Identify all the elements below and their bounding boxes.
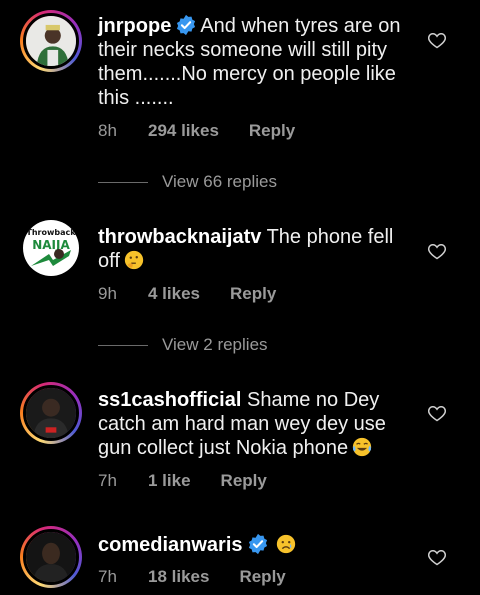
- avatar[interactable]: [20, 382, 82, 444]
- avatar[interactable]: Throwback NAIJA: [23, 220, 79, 276]
- timestamp: 7h: [98, 567, 117, 586]
- thinking-face-icon: [124, 250, 144, 270]
- like-heart-icon[interactable]: [427, 547, 447, 567]
- likes-count[interactable]: 4 likes: [148, 284, 200, 304]
- comment-meta: 7h 18 likes Reply: [98, 567, 286, 587]
- tears-of-joy-icon: [352, 437, 372, 457]
- divider-line: [98, 181, 148, 183]
- verified-badge-icon: [177, 14, 196, 36]
- timestamp: 9h: [98, 284, 117, 303]
- like-heart-icon[interactable]: [427, 241, 447, 261]
- comment-body: throwbacknaijatv The phone fell off: [98, 225, 410, 273]
- reply-button[interactable]: Reply: [230, 284, 276, 304]
- reply-button[interactable]: Reply: [221, 471, 267, 491]
- timestamp: 8h: [98, 121, 117, 140]
- avatar-logo-word: NAIJA: [32, 238, 70, 252]
- likes-count[interactable]: 294 likes: [148, 121, 219, 141]
- comment-meta: 8h 294 likes Reply: [98, 121, 295, 141]
- comment-body: ss1cashofficial Shame no Dey catch am ha…: [98, 388, 410, 460]
- view-replies-label: View 66 replies: [162, 172, 277, 191]
- likes-count[interactable]: 1 like: [148, 471, 191, 491]
- avatar-logo-text: Throwback: [26, 228, 76, 237]
- like-heart-icon[interactable]: [427, 403, 447, 423]
- view-replies-button[interactable]: View 2 replies: [98, 335, 268, 355]
- username[interactable]: comedianwaris: [98, 534, 243, 556]
- avatar[interactable]: [20, 526, 82, 588]
- verified-badge-icon: [248, 533, 267, 555]
- username[interactable]: ss1cashofficial: [98, 389, 241, 411]
- reply-button[interactable]: Reply: [249, 121, 295, 141]
- like-heart-icon[interactable]: [427, 30, 447, 50]
- comment-meta: 9h 4 likes Reply: [98, 284, 276, 304]
- view-replies-button[interactable]: View 66 replies: [98, 172, 277, 192]
- crying-face-icon: [276, 534, 295, 554]
- avatar[interactable]: [20, 10, 82, 72]
- comment-body: comedianwaris: [98, 533, 410, 557]
- username[interactable]: jnrpope: [98, 15, 171, 37]
- likes-count[interactable]: 18 likes: [148, 567, 209, 587]
- comment-meta: 7h 1 like Reply: [98, 471, 267, 491]
- comment-body: jnrpope And when tyres are on their necks…: [98, 14, 410, 110]
- timestamp: 7h: [98, 471, 117, 490]
- view-replies-label: View 2 replies: [162, 335, 268, 354]
- divider-line: [98, 344, 148, 346]
- username[interactable]: throwbacknaijatv: [98, 226, 261, 248]
- reply-button[interactable]: Reply: [239, 567, 285, 587]
